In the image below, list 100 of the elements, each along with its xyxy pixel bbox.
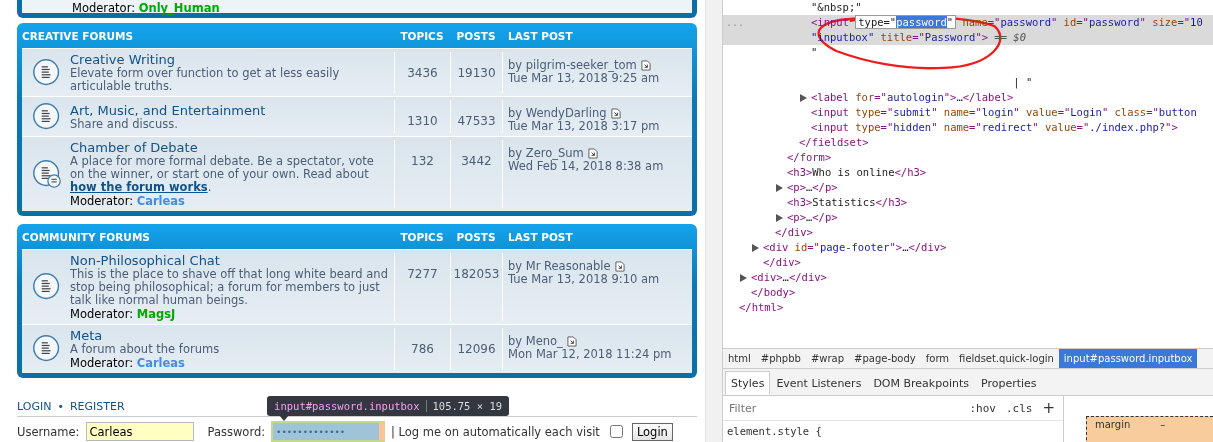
- last-post-date: Tue Mar 13, 2018 9:10 am: [508, 273, 661, 286]
- column-header: LAST POST: [507, 29, 574, 42]
- cls-toggle[interactable]: .cls: [1005, 401, 1033, 415]
- code-line[interactable]: <p>…</p>: [787, 180, 1213, 195]
- breadcrumb-item[interactable]: #page-body: [849, 349, 921, 368]
- code-line[interactable]: "&nbsp;": [811, 0, 1213, 15]
- code-line[interactable]: </div>: [775, 225, 1213, 240]
- last-post-author: by Zero_Sum: [508, 147, 584, 160]
- forum-description: A forum about the forums: [70, 343, 220, 356]
- login-link[interactable]: LOGIN: [17, 400, 52, 413]
- panel-tab[interactable]: Properties: [975, 371, 1043, 395]
- column-header: LAST POST: [507, 230, 574, 243]
- expand-arrow-icon[interactable]: [800, 94, 807, 102]
- expand-arrow-icon[interactable]: [740, 274, 747, 282]
- code-line[interactable]: <div id="page-footer">…</div>: [763, 240, 1213, 255]
- hov-toggle[interactable]: :hov: [969, 401, 996, 415]
- code-line[interactable]: <h3>Statistics</h3>: [787, 195, 1213, 210]
- topics-count: 1310: [394, 100, 450, 133]
- moderator-line: Moderator: Carleas: [70, 194, 186, 208]
- remember-label: | Log me on automatically each visit: [391, 424, 600, 439]
- code-line[interactable]: <div>…</div>: [751, 270, 1213, 285]
- breadcrumb-item[interactable]: #wrap: [805, 349, 850, 368]
- code-line[interactable]: </body>: [751, 285, 1213, 300]
- section-title: COMMUNITY FORUMS: [22, 230, 151, 243]
- code-line[interactable]: <h3>Who is online</h3>: [787, 165, 1213, 180]
- last-post-author: by WendyDarling: [508, 107, 607, 120]
- last-post-date: Tue Mar 13, 2018 3:17 pm: [508, 120, 661, 133]
- expand-arrow-icon[interactable]: [776, 184, 783, 192]
- code-line[interactable]: </fieldset>: [799, 135, 1213, 150]
- remember-checkbox[interactable]: [609, 425, 623, 438]
- forum-title-link[interactable]: Chamber of Debate: [70, 140, 388, 155]
- page-arrow-icon[interactable]: [566, 336, 577, 347]
- posts-count: 19130: [450, 52, 502, 93]
- forum-icon: [32, 101, 62, 132]
- posts-count: 3442: [450, 140, 502, 208]
- posts-count: 12096: [450, 328, 502, 370]
- login-button[interactable]: Login: [631, 422, 673, 441]
- code-line[interactable]: " | ": [811, 45, 1213, 90]
- column-header: POSTS: [455, 29, 497, 42]
- last-post-date: Tue Mar 13, 2018 9:25 am: [508, 72, 661, 85]
- last-post-date: Wed Feb 14, 2018 8:38 am: [508, 160, 665, 173]
- forum-icon: [32, 57, 62, 88]
- code-line[interactable]: <input type="hidden" name="redirect" value="./index.php?">: [811, 120, 1213, 135]
- forum-description: A place for more formal debate. Be a spectator, vote on the winner, or start one of your own. Read about how the forum works.: [70, 155, 375, 194]
- panel-tab[interactable]: Styles: [725, 371, 771, 395]
- expand-arrow-icon[interactable]: [752, 244, 759, 252]
- topics-count: 786: [394, 328, 450, 370]
- register-link[interactable]: REGISTER: [69, 400, 125, 413]
- forum-description: Share and discuss.: [70, 117, 179, 131]
- last-post-author: by pilgrim-seeker_tom: [508, 59, 637, 72]
- element-style-rule: element.style {: [726, 424, 823, 439]
- page-arrow-icon[interactable]: [640, 60, 651, 71]
- username-label: Username:: [17, 424, 80, 439]
- page-arrow-icon[interactable]: [610, 108, 621, 119]
- topics-count: 7277: [394, 253, 450, 321]
- code-line[interactable]: <label for="autologin">…</label>: [811, 90, 1213, 105]
- username-field[interactable]: Carleas: [85, 422, 194, 441]
- breadcrumb-item[interactable]: html: [723, 349, 756, 368]
- forum-description: This is the place to shave off that long white beard and stop being philosophical; a forum for members to just talk like normal human beings.: [70, 268, 388, 307]
- box-model-margin: margin –: [1086, 416, 1213, 442]
- page-arrow-icon[interactable]: [614, 261, 625, 272]
- moderator-line: Moderator: Only_Human: [72, 1, 220, 15]
- filter-field[interactable]: Filter: [727, 400, 960, 416]
- moderator-line: Moderator: Carleas: [70, 356, 186, 370]
- forum-icon: [32, 272, 62, 302]
- forum-title-link[interactable]: Non-Philosophical Chat: [70, 253, 388, 268]
- last-post-date: Mon Mar 12, 2018 11:24 pm: [508, 348, 673, 361]
- breadcrumb-item[interactable]: input#password.inputbox: [1058, 349, 1198, 368]
- panel-tab[interactable]: Event Listeners: [770, 371, 868, 395]
- moderator-line: Moderator: MagsJ: [70, 307, 177, 321]
- forum-description: Elevate form over function to get at less easily articulable truths.: [70, 67, 341, 93]
- forum-title-link[interactable]: Creative Writing: [70, 52, 388, 67]
- breadcrumb-item[interactable]: fieldset.quick-login: [954, 349, 1059, 368]
- last-post-author: by Mr Reasonable: [508, 260, 611, 273]
- section-title: CREATIVE FORUMS: [22, 29, 135, 42]
- text-link[interactable]: how the forum works: [70, 180, 208, 194]
- posts-count: 47533: [450, 100, 502, 133]
- code-line[interactable]: </div>: [763, 255, 1213, 270]
- column-header: TOPICS: [399, 230, 445, 243]
- add-rule-button[interactable]: +: [1042, 399, 1055, 417]
- forum-title-link[interactable]: Meta: [70, 328, 220, 343]
- code-line[interactable]: </html>: [739, 300, 1213, 315]
- last-post-author: by Meno_: [508, 335, 563, 348]
- column-header: POSTS: [455, 230, 497, 243]
- panel-tab[interactable]: DOM Breakpoints: [867, 371, 975, 395]
- breadcrumb-item[interactable]: #phpbb: [755, 349, 806, 368]
- password-label: Password:: [207, 424, 266, 439]
- code-line[interactable]: <input type="submit" name="login" value="Login" class="button: [811, 105, 1213, 120]
- forum-icon: [32, 334, 62, 364]
- forum-icon: [32, 159, 62, 189]
- page-arrow-icon[interactable]: [587, 148, 598, 159]
- code-line[interactable]: </form>: [787, 150, 1213, 165]
- posts-count: 182053: [450, 253, 502, 321]
- column-header: TOPICS: [399, 29, 445, 42]
- topics-count: 132: [394, 140, 450, 208]
- breadcrumb-item[interactable]: form: [920, 349, 955, 368]
- expand-arrow-icon[interactable]: [776, 214, 783, 222]
- forum-title-link[interactable]: Art, Music, and Entertainment: [70, 102, 266, 118]
- code-line[interactable]: <p>…</p>: [787, 210, 1213, 225]
- separator-dot: •: [57, 400, 64, 413]
